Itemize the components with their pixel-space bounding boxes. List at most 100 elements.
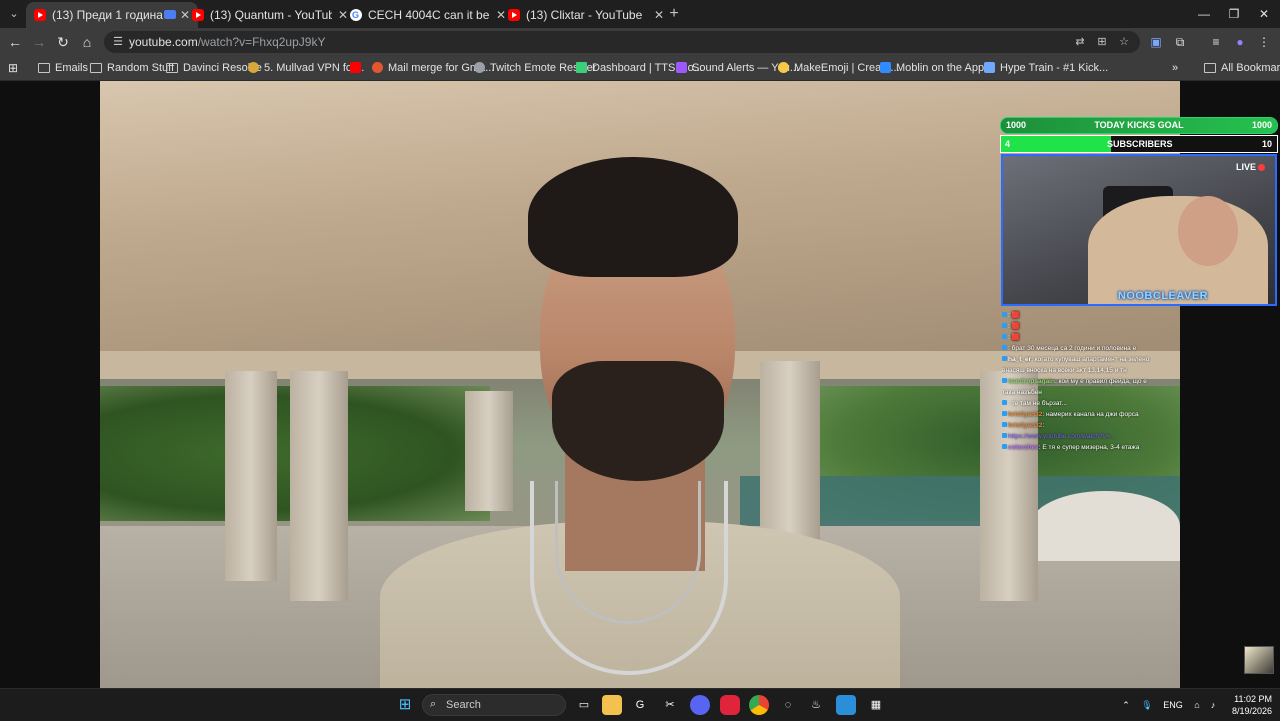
chat-text: : 🟥 bbox=[1008, 323, 1020, 330]
chat-text: : 🟥 bbox=[1008, 334, 1020, 341]
video-thumbnail-corner[interactable] bbox=[1244, 646, 1274, 674]
browser-toolbar: ← → ↻ ⌂ ☰ youtube.com/watch?v=Fhxq2upJ9k… bbox=[0, 28, 1280, 56]
home-button[interactable]: ⌂ bbox=[77, 32, 97, 52]
task-view-icon[interactable]: ▭ bbox=[574, 695, 594, 715]
video-frame-pillar bbox=[290, 371, 348, 601]
discord-icon[interactable] bbox=[690, 695, 710, 715]
bookmark-moblin[interactable]: Moblin on the App... bbox=[880, 56, 993, 80]
site-info-icon[interactable]: ☰ bbox=[110, 34, 126, 50]
folder-icon bbox=[166, 63, 178, 73]
search-icon: ⌕ bbox=[430, 698, 437, 710]
url-text[interactable]: youtube.com/watch?v=Fhxq2upJ9kY bbox=[129, 31, 325, 53]
video-frame-pillar bbox=[225, 371, 277, 581]
subscribers-goal-bar: 4 SUBSCRIBERS 10 bbox=[1000, 135, 1278, 153]
bookmark-hype-train[interactable]: Hype Train - #1 Kick... bbox=[984, 56, 1108, 80]
network-icon[interactable]: ⌂ bbox=[1190, 689, 1204, 721]
tab-title: CECH 4004C can it be hacked bbox=[368, 8, 490, 22]
youtube-icon bbox=[192, 9, 204, 21]
chat-message: hristiyan32: намерих канала на джи форса bbox=[1002, 409, 1154, 420]
chat-username: teardropsagain bbox=[1008, 378, 1055, 385]
microphone-icon[interactable]: 🎙 bbox=[1140, 689, 1154, 721]
chat-badge-icon bbox=[1002, 433, 1007, 438]
chat-text: : Е тя е супер мизерна, 3-4 етажа bbox=[1038, 444, 1140, 451]
chat-badge-icon bbox=[1002, 323, 1007, 328]
chat-badge-icon bbox=[1002, 356, 1007, 361]
video-frame-rubble bbox=[1030, 491, 1180, 561]
live-indicator: LIVE bbox=[1236, 162, 1265, 172]
chat-message: : те там не бързат... bbox=[1002, 398, 1154, 409]
forward-button[interactable]: → bbox=[29, 32, 49, 52]
photos-icon[interactable] bbox=[836, 695, 856, 715]
chat-text: : те там не бързат... bbox=[1008, 400, 1067, 407]
webcam-overlay: LIVE NOOBCLEAVER bbox=[1001, 154, 1277, 306]
folder-icon bbox=[1204, 63, 1216, 73]
calculator-icon[interactable]: ▦ bbox=[866, 695, 886, 715]
emoji-icon bbox=[778, 62, 789, 73]
youtube-icon bbox=[34, 9, 46, 21]
chat-badge-icon bbox=[1002, 312, 1007, 317]
minimize-button[interactable]: — bbox=[1188, 0, 1220, 28]
tts-icon bbox=[576, 62, 587, 73]
folder-icon bbox=[38, 63, 50, 73]
apps-grid-icon[interactable]: ⊞ bbox=[8, 56, 18, 80]
bookmark-random-stuff[interactable]: Random Stuff bbox=[90, 56, 174, 80]
install-app-icon[interactable]: ⊞ bbox=[1094, 34, 1110, 50]
appstore-icon bbox=[880, 62, 891, 73]
g-app-icon[interactable]: G bbox=[630, 695, 650, 715]
steam-icon[interactable]: ♨ bbox=[806, 695, 826, 715]
tab-2[interactable]: CECH 4004C can it be hacked ✕ bbox=[342, 2, 514, 28]
close-window-button[interactable]: ✕ bbox=[1248, 0, 1280, 28]
system-clock[interactable]: 11:02 PM 8/19/2026 bbox=[1226, 693, 1272, 717]
snipping-icon[interactable]: ✂ bbox=[660, 695, 680, 715]
chat-badge-icon bbox=[1002, 334, 1007, 339]
taskbar-search[interactable]: ⌕ Search bbox=[422, 694, 566, 716]
chat-username: ha_t_er bbox=[1008, 356, 1032, 363]
chat-text: : брат 30 месеца са 2 години и половина … bbox=[1008, 345, 1137, 352]
subscribers-goal-fill bbox=[1001, 136, 1112, 152]
chat-username: hristiyan32 bbox=[1008, 411, 1043, 418]
app-red-icon[interactable] bbox=[720, 695, 740, 715]
chat-message: hristiyan32: bbox=[1002, 420, 1154, 431]
chat-text: https://www.youtube.com/watch?v=... bbox=[1008, 433, 1116, 440]
audio-playing-icon[interactable] bbox=[164, 10, 176, 19]
stream-chat: : 🟥: 🟥: 🟥: брат 30 месеца са 2 години и … bbox=[1002, 310, 1154, 498]
all-bookmarks[interactable]: All Bookmarks bbox=[1204, 56, 1280, 80]
globe-icon bbox=[474, 62, 485, 73]
extensions-puzzle-icon[interactable]: ⧉ bbox=[1170, 32, 1190, 52]
file-explorer-icon[interactable] bbox=[602, 695, 622, 715]
bookmark-emails[interactable]: Emails bbox=[38, 56, 88, 80]
chevron-right-icon[interactable]: » bbox=[1172, 56, 1178, 80]
bookmark-youtube[interactable] bbox=[350, 56, 366, 80]
tab-0[interactable]: (13) Преди 1 година си ку ✕ bbox=[26, 2, 198, 28]
profile-avatar-icon[interactable]: ● bbox=[1230, 32, 1250, 52]
language-indicator[interactable]: ENG bbox=[1160, 689, 1186, 721]
loading-app-icon[interactable]: ◌ bbox=[778, 695, 798, 715]
media-control-icon[interactable]: ≡ bbox=[1206, 32, 1226, 52]
mailmerge-icon bbox=[372, 62, 383, 73]
tray-chevron-icon[interactable]: ⌃ bbox=[1118, 689, 1134, 721]
taskbar: ⊞ ⌕ Search ▭ G ✂ ◌ ♨ ▦ ⌃ 🎙 ENG ⌂ ♪ 11:02… bbox=[0, 688, 1280, 721]
new-tab-button[interactable]: + bbox=[664, 4, 684, 24]
chat-message: https://www.youtube.com/watch?v=... bbox=[1002, 431, 1154, 442]
windows-icon[interactable]: ⊞ bbox=[395, 695, 415, 715]
chat-badge-icon bbox=[1002, 400, 1007, 405]
volume-icon[interactable]: ♪ bbox=[1206, 689, 1220, 721]
extension-badge-icon[interactable]: ▣ bbox=[1146, 32, 1166, 52]
chrome-icon[interactable] bbox=[749, 695, 769, 715]
chat-text: : bbox=[1042, 422, 1045, 429]
reload-button[interactable]: ↻ bbox=[53, 32, 73, 52]
tab-title: (13) Преди 1 година си ку bbox=[52, 8, 174, 22]
translate-icon[interactable]: ⇄ bbox=[1072, 34, 1088, 50]
tab-title: (13) Quantum - YouTube bbox=[210, 8, 332, 22]
chat-badge-icon bbox=[1002, 444, 1007, 449]
tab-search-chevron-icon[interactable]: ⌄ bbox=[6, 6, 22, 22]
bookmark-mullvad[interactable]: 5. Mullvad VPN for... bbox=[248, 56, 364, 80]
tab-title: (13) Clixtar - YouTube bbox=[526, 8, 643, 22]
tab-3[interactable]: (13) Clixtar - YouTube ✕ bbox=[500, 2, 672, 28]
restore-button[interactable]: ❐ bbox=[1218, 0, 1250, 28]
back-button[interactable]: ← bbox=[5, 32, 25, 52]
tab-1[interactable]: (13) Quantum - YouTube ✕ bbox=[184, 2, 356, 28]
bookmark-star-icon[interactable]: ☆ bbox=[1116, 34, 1132, 50]
address-bar[interactable]: ☰ youtube.com/watch?v=Fhxq2upJ9kY ⇄ ⊞ ☆ bbox=[104, 31, 1140, 53]
menu-kebab-icon[interactable]: ⋮ bbox=[1254, 32, 1274, 52]
